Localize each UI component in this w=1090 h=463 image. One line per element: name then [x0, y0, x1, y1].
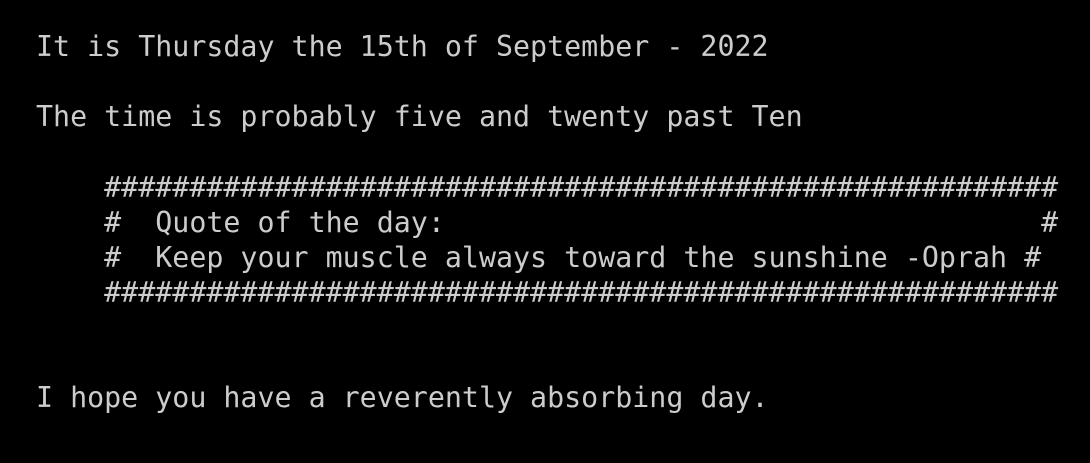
- quote-box-top-border: ########################################…: [36, 171, 1059, 204]
- quote-box-bottom-border: ########################################…: [36, 276, 1059, 309]
- terminal-window[interactable]: It is Thursday the 15th of September - 2…: [0, 0, 1090, 463]
- closing-line: I hope you have a reverently absorbing d…: [36, 381, 769, 414]
- quote-box-header: # Quote of the day: #: [36, 206, 1059, 239]
- quote-box-quote: # Keep your muscle always toward the sun…: [36, 241, 1042, 274]
- time-line: The time is probably five and twenty pas…: [36, 100, 803, 133]
- date-line: It is Thursday the 15th of September - 2…: [36, 30, 769, 63]
